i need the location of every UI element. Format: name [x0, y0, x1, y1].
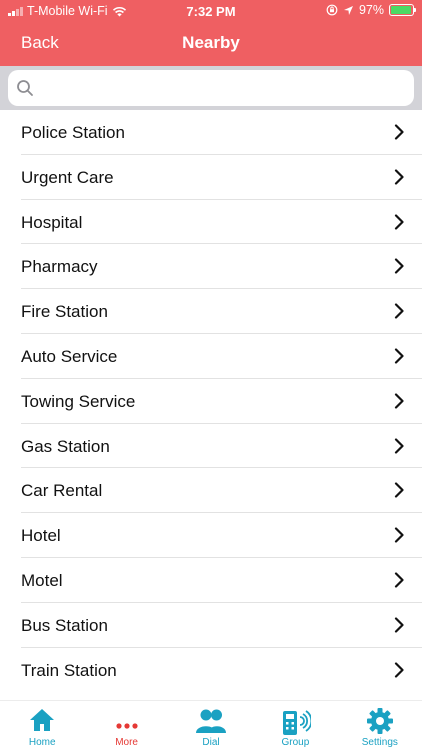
tab-label: More: [115, 737, 138, 748]
list-item[interactable]: Urgent Care: [21, 155, 422, 200]
list-item[interactable]: Hospital: [21, 200, 422, 245]
list-item[interactable]: Towing Service: [21, 379, 422, 424]
battery-percent: 97%: [358, 3, 384, 17]
nearby-list: Police Station Urgent Care Hospital Pharmac…: [0, 110, 422, 692]
chevron-right-icon: [394, 482, 404, 498]
more-icon: [116, 723, 138, 729]
chevron-right-icon: [394, 617, 404, 633]
list-item-label: Fire Station: [21, 302, 108, 322]
back-button[interactable]: Back: [21, 33, 59, 53]
chevron-right-icon: [394, 527, 404, 543]
list-item-label: Car Rental: [21, 481, 103, 501]
list-item[interactable]: Motel: [21, 558, 422, 603]
chevron-right-icon: [394, 661, 404, 678]
list-item-label: Urgent Care: [21, 167, 114, 187]
list-item-label: Motel: [21, 570, 63, 590]
walkie-talkie-icon: [283, 710, 312, 735]
search-input[interactable]: [38, 70, 408, 106]
tab-label: Settings: [361, 737, 398, 748]
chevron-right-icon: [394, 303, 404, 319]
list-item-label: Train Station: [21, 660, 117, 680]
chevron-right-icon: [394, 572, 404, 588]
list-item[interactable]: Auto Service: [21, 334, 422, 379]
rotation-lock-icon: [326, 4, 338, 16]
home-icon: [30, 709, 55, 731]
search-field[interactable]: [8, 70, 414, 106]
list-item-label: Hospital: [21, 212, 83, 232]
list-item[interactable]: Pharmacy: [21, 244, 422, 290]
list-item-label: Gas Station: [21, 436, 110, 456]
tab-group[interactable]: Group: [253, 701, 337, 750]
search-icon: [17, 80, 33, 96]
battery-icon: [389, 4, 416, 16]
status-bar: T-Mobile Wi-Fi 7:32 PM 97%: [0, 0, 422, 22]
list-item-label: Bus Station: [21, 615, 108, 635]
list-item[interactable]: Car Rental: [21, 468, 422, 514]
chevron-right-icon: [394, 169, 404, 185]
list-item[interactable]: Hotel: [21, 513, 422, 558]
list-item-label: Towing Service: [21, 391, 136, 411]
list-item-label: Pharmacy: [21, 257, 98, 277]
list-item[interactable]: Police Station: [21, 110, 422, 155]
people-icon: [196, 709, 227, 733]
list-item-label: Auto Service: [21, 346, 118, 366]
search-bar: [0, 66, 422, 110]
header: T-Mobile Wi-Fi 7:32 PM 97% Back Nearby: [0, 0, 422, 66]
chevron-right-icon: [394, 348, 404, 364]
page-title: Nearby: [182, 33, 240, 52]
tab-bar: Home More Dial Group Settings: [0, 700, 422, 750]
list-item-label: Police Station: [21, 123, 125, 142]
list-item[interactable]: Fire Station: [21, 289, 422, 334]
chevron-right-icon: [394, 213, 404, 230]
tab-settings[interactable]: Settings: [338, 701, 422, 750]
chevron-right-icon: [394, 393, 404, 409]
list-item[interactable]: Bus Station: [21, 603, 422, 648]
tab-label: Dial: [202, 737, 220, 748]
list-item-label: Hotel: [21, 526, 61, 546]
chevron-right-icon: [394, 258, 404, 274]
tab-home[interactable]: Home: [0, 701, 84, 750]
tab-dial[interactable]: Dial: [169, 701, 253, 750]
tab-label: Home: [28, 737, 56, 748]
status-right: 97%: [326, 3, 416, 17]
tab-more[interactable]: More: [84, 701, 168, 750]
chevron-right-icon: [394, 124, 404, 140]
location-arrow-icon: [343, 5, 353, 15]
gear-icon: [366, 708, 393, 734]
chevron-right-icon: [394, 437, 404, 454]
battery-fill: [391, 6, 412, 14]
list-item[interactable]: Gas Station: [21, 424, 422, 469]
tab-label: Group: [281, 737, 310, 748]
list-item[interactable]: Train Station: [21, 648, 422, 693]
